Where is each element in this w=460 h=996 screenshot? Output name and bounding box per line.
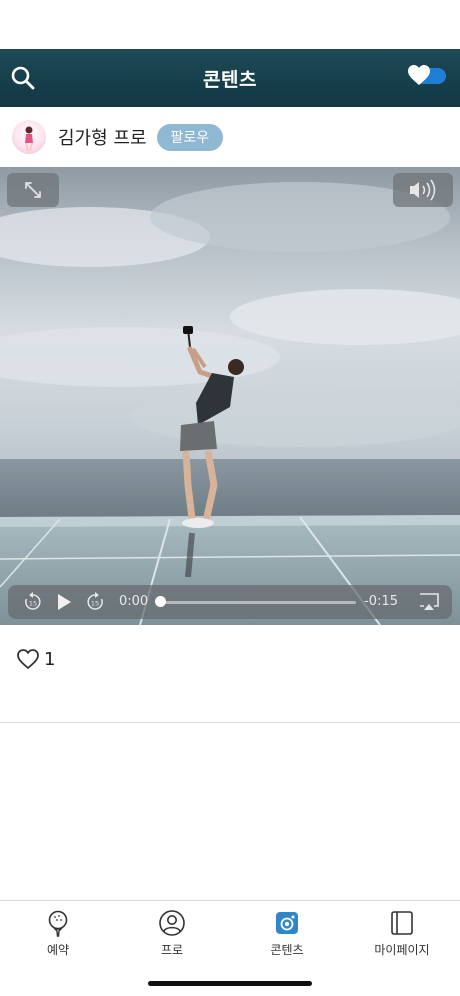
skip-forward-icon[interactable]: 15 [84,591,106,613]
tab-mypage-label: 마이페이지 [374,943,430,957]
expand-arrows-icon [25,182,41,198]
fullscreen-button[interactable] [7,173,59,207]
play-icon[interactable] [54,592,74,612]
status-bar-area [0,0,460,49]
skip-forward-seconds: 15 [91,600,99,608]
avatar-figure [25,126,33,151]
book-icon [391,911,413,935]
video-frame [0,182,460,625]
tab-booking[interactable]: 예약 [8,909,108,958]
top-header: 콘텐츠 [0,49,460,107]
remaining-time: -0:15 [364,594,398,609]
heart-outline-icon[interactable] [16,648,40,670]
follow-button[interactable]: 팔로우 [156,123,224,151]
pro-profile-row: 김가형 프로 팔로우 [0,107,460,167]
progress-scrubber[interactable] [155,596,166,607]
progress-track[interactable] [160,601,356,604]
golf-ball-tee-icon [48,910,68,937]
tab-content-label: 콘텐츠 [270,943,304,957]
divider [0,722,460,723]
home-indicator [148,981,312,986]
tab-pro-label: 프로 [160,943,184,957]
favorite-toggle[interactable] [408,65,446,85]
avatar[interactable] [12,120,46,154]
volume-button[interactable] [393,173,453,207]
skip-back-icon[interactable]: 15 [22,591,44,613]
airplay-icon[interactable] [418,592,440,612]
pro-name[interactable]: 김가형 프로 [58,124,147,150]
search-icon[interactable] [10,65,36,91]
skip-back-seconds: 15 [29,600,37,608]
tab-mypage[interactable]: 마이페이지 [352,909,452,958]
person-icon [159,910,185,936]
tab-pro[interactable]: 프로 [122,909,222,958]
tab-content[interactable]: 콘텐츠 [237,909,337,958]
video-player[interactable]: 15 15 0:00 -0:15 [0,167,460,625]
heart-icon [408,65,430,85]
like-count: 1 [44,648,56,670]
tab-booking-label: 예약 [46,943,70,957]
playback-controls: 15 15 0:00 -0:15 [8,585,452,619]
speaker-icon [410,179,436,201]
content-icon [276,912,298,934]
current-time: 0:00 [119,594,149,609]
page-title: 콘텐츠 [203,68,257,91]
like-row: 1 [16,648,55,670]
